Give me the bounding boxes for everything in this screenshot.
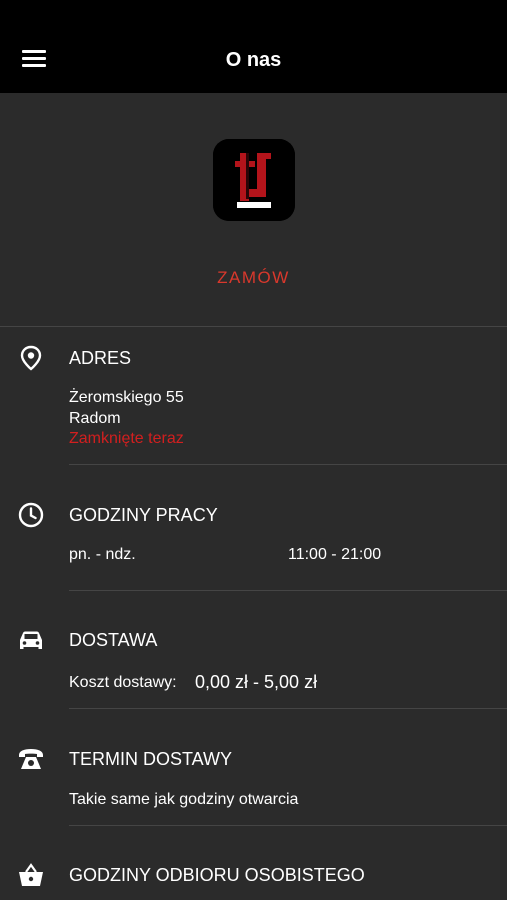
car-icon	[20, 631, 42, 649]
restaurant-logo	[213, 139, 295, 221]
address-title: ADRES	[69, 348, 132, 368]
delivery-cost-label: Koszt dostawy:	[69, 674, 177, 691]
telephone-icon	[19, 749, 43, 769]
page-title: O nas	[225, 49, 282, 71]
address-street: Żeromskiego 55	[69, 389, 184, 406]
logo-icon	[213, 139, 295, 221]
divider	[69, 825, 507, 826]
delivery-time-title: TERMIN DOSTAWY	[69, 749, 232, 769]
pickup-title: GODZINY ODBIORU OSOBISTEGO	[69, 865, 365, 885]
location-pin-icon	[20, 345, 42, 371]
hours-time: 11:00 - 21:00	[288, 546, 382, 563]
delivery-cost-value: 0,00 zł - 5,00 zł	[195, 672, 318, 692]
basket-icon	[19, 863, 43, 886]
hours-title: GODZINY PRACY	[69, 505, 218, 525]
divider	[69, 708, 507, 709]
hours-days: pn. - ndz.	[69, 546, 136, 563]
order-button[interactable]: ZAMÓW	[0, 268, 507, 288]
delivery-time-text: Takie same jak godziny otwarcia	[69, 791, 299, 808]
divider	[69, 590, 507, 591]
address-city: Radom	[69, 410, 121, 427]
divider	[0, 326, 507, 327]
clock-icon	[18, 502, 44, 528]
top-bar: O nas	[0, 0, 507, 93]
delivery-title: DOSTAWA	[69, 630, 158, 650]
open-status: Zamknięte teraz	[69, 430, 184, 447]
divider	[69, 464, 507, 465]
